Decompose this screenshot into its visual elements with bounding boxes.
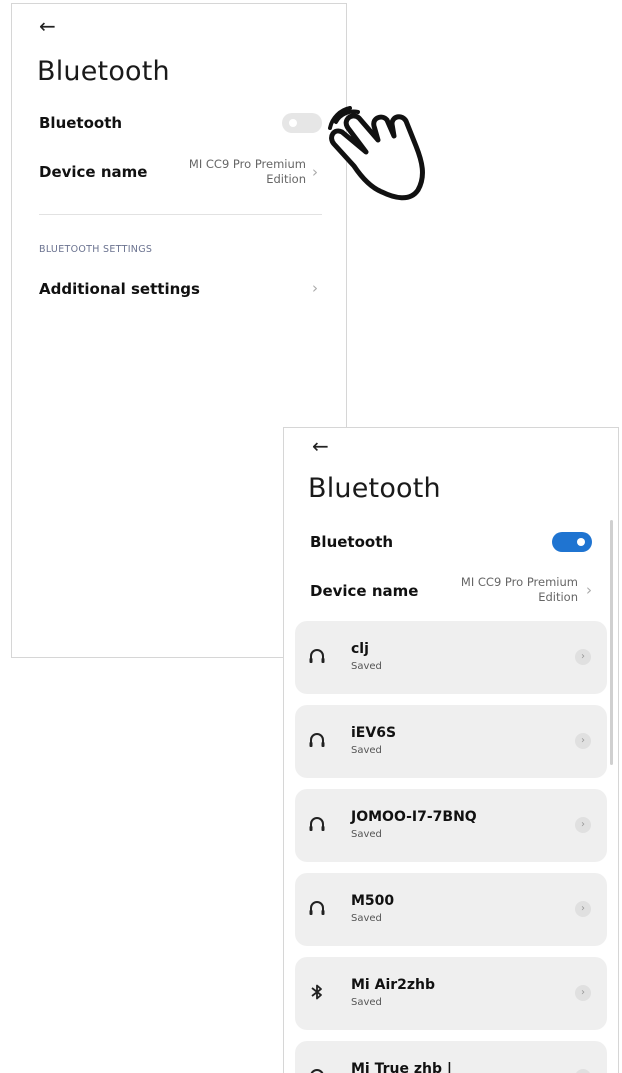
bluetooth-toggle[interactable] <box>552 532 592 552</box>
device-status: Saved <box>351 745 382 756</box>
device-card[interactable]: Mi Air2zhb Saved › <box>295 957 607 1030</box>
additional-settings-label: Additional settings <box>39 280 200 298</box>
device-name: M500 <box>351 893 395 909</box>
device-name: clj <box>351 641 369 657</box>
toggle-knob <box>577 538 585 546</box>
device-status: Saved <box>351 661 382 672</box>
device-card[interactable]: M500 Saved › <box>295 873 607 946</box>
bluetooth-screen-on: ← Bluetooth Bluetooth Device name MI CC9… <box>283 427 619 1073</box>
device-details-button[interactable]: › <box>575 649 591 665</box>
device-name: JOMOO-I7-7BNQ <box>351 809 477 825</box>
tap-hand-icon <box>328 106 425 201</box>
page-title: Bluetooth <box>37 56 170 87</box>
device-details-button[interactable]: › <box>575 1069 591 1073</box>
device-card[interactable]: Mi True zhb | › <box>295 1041 607 1073</box>
headphones-icon <box>309 649 325 663</box>
device-name-value: MI CC9 Pro Premium Edition <box>460 575 578 604</box>
device-card[interactable]: JOMOO-I7-7BNQ Saved › <box>295 789 607 862</box>
device-status: Saved <box>351 913 382 924</box>
device-name-value: MI CC9 Pro Premium Edition <box>188 157 306 186</box>
section-header: BLUETOOTH SETTINGS <box>39 244 153 255</box>
device-name-label: Device name <box>39 163 148 181</box>
headphones-icon <box>310 1069 324 1073</box>
device-card[interactable]: iEV6S Saved › <box>295 705 607 778</box>
page-title: Bluetooth <box>308 473 441 504</box>
device-details-button[interactable]: › <box>575 817 591 833</box>
headphones-icon <box>309 733 325 747</box>
device-card[interactable]: clj Saved › <box>295 621 607 694</box>
bluetooth-label: Bluetooth <box>310 533 394 551</box>
device-details-button[interactable]: › <box>575 733 591 749</box>
device-status: Saved <box>351 997 382 1008</box>
chevron-right-icon: › <box>586 581 592 599</box>
back-arrow-icon[interactable]: ← <box>312 436 329 456</box>
headphones-icon <box>309 901 325 915</box>
device-details-button[interactable]: › <box>575 985 591 1001</box>
chevron-right-icon: › <box>312 163 318 181</box>
scrollbar[interactable] <box>610 520 613 765</box>
chevron-right-icon: › <box>312 279 318 297</box>
device-name: iEV6S <box>351 725 397 741</box>
back-arrow-icon[interactable]: ← <box>39 16 56 36</box>
device-details-button[interactable]: › <box>575 901 591 917</box>
bluetooth-toggle[interactable] <box>282 113 322 133</box>
bluetooth-icon <box>311 984 322 1000</box>
device-name: Mi Air2zhb <box>351 977 436 993</box>
bluetooth-label: Bluetooth <box>39 114 123 132</box>
toggle-knob <box>289 119 297 127</box>
device-name: Mi True zhb | <box>351 1061 452 1073</box>
device-name-label: Device name <box>310 582 419 600</box>
headphones-icon <box>309 817 325 831</box>
device-status: Saved <box>351 829 382 840</box>
divider <box>39 214 322 215</box>
